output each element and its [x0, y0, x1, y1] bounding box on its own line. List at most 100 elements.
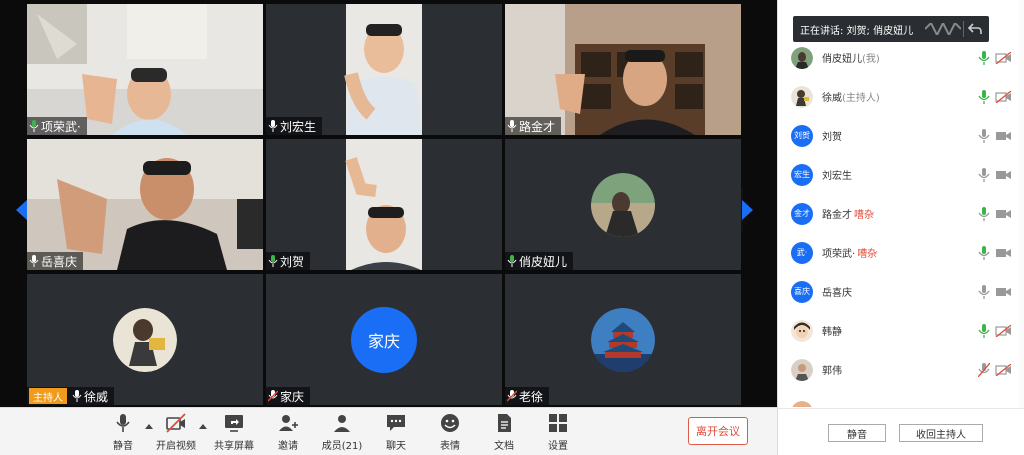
- share-screen-button[interactable]: 共享屏幕: [208, 412, 260, 454]
- member-row[interactable]: 徐威(主持人): [778, 77, 1024, 116]
- member-name-text: 路金才: [822, 210, 852, 221]
- participant-tile[interactable]: 老徐: [505, 274, 741, 405]
- member-row-partial[interactable]: [778, 393, 1024, 407]
- participant-video: [266, 139, 502, 270]
- participant-name-tag: 主持人 徐威: [27, 387, 115, 405]
- member-row[interactable]: 宏生 刘宏生: [778, 155, 1024, 194]
- participant-tile[interactable]: 刘贺: [266, 139, 502, 270]
- audio-wave-icon: [925, 23, 961, 35]
- member-name-text: 韩静: [822, 327, 842, 338]
- mic-active-icon[interactable]: [978, 89, 990, 104]
- members-icon: [334, 415, 350, 432]
- mic-icon[interactable]: [978, 128, 990, 143]
- participant-tile[interactable]: 岳喜庆: [27, 139, 263, 270]
- camera-icon: [996, 209, 1011, 218]
- camera-off-icon: [995, 90, 1012, 103]
- member-tag: (主持人): [842, 93, 880, 104]
- participant-name-tag: 俏皮妞儿: [505, 252, 574, 270]
- member-name-text: 刘宏生: [822, 171, 852, 182]
- mic-active-icon[interactable]: [978, 323, 990, 338]
- participant-name-tag: 家庆: [266, 387, 311, 405]
- member-name: 岳喜庆: [822, 284, 852, 299]
- participant-avatar: [591, 307, 655, 372]
- mic-icon: [29, 120, 39, 132]
- leave-meeting-button[interactable]: 离开会议: [688, 417, 748, 445]
- add-user-icon: [279, 415, 298, 431]
- member-row[interactable]: 武· 项荣武· 嘈杂: [778, 233, 1024, 272]
- participant-tile[interactable]: 刘宏生: [266, 4, 502, 135]
- member-name: 韩静: [822, 323, 842, 338]
- start-video-button[interactable]: 开启视频: [150, 412, 202, 454]
- member-name-text: 郭伟: [822, 366, 842, 377]
- member-name: 刘贺: [822, 128, 842, 143]
- prev-page-arrow-icon[interactable]: [16, 200, 27, 220]
- meeting-toolbar: 静音 开启视频 共享屏幕 邀请 成员(21) 聊天 表情 文档 设置 离开会议: [0, 407, 777, 455]
- mic-icon: [29, 255, 39, 267]
- member-name-text: 刘贺: [822, 132, 842, 143]
- participant-name-tag: 刘宏生: [266, 117, 323, 135]
- next-page-arrow-icon[interactable]: [742, 200, 753, 220]
- member-row[interactable]: 喜庆 岳喜庆: [778, 272, 1024, 311]
- collapse-back-icon[interactable]: [967, 21, 983, 37]
- emoji-button[interactable]: 表情: [424, 412, 476, 454]
- mute-all-button[interactable]: 静音: [828, 424, 886, 442]
- member-row[interactable]: 金才 路金才 嘈杂: [778, 194, 1024, 233]
- mic-active-icon[interactable]: [978, 245, 990, 260]
- participant-avatar: [113, 307, 177, 372]
- member-name: 刘宏生: [822, 167, 852, 182]
- member-name: 项荣武· 嘈杂: [822, 245, 877, 260]
- participant-tile[interactable]: 路金才: [505, 4, 741, 135]
- member-avatar: 刘贺: [791, 124, 813, 147]
- chat-button[interactable]: 聊天: [370, 412, 422, 454]
- member-row[interactable]: 郭伟: [778, 350, 1024, 389]
- mic-icon[interactable]: [978, 167, 990, 182]
- video-options-caret-icon[interactable]: [199, 424, 207, 429]
- invite-button[interactable]: 邀请: [262, 412, 314, 454]
- camera-icon: [996, 287, 1011, 296]
- noisy-badge: 嘈杂: [857, 249, 878, 260]
- participant-name: 路金才: [519, 119, 556, 134]
- participant-tile[interactable]: 家庆 家庆: [266, 274, 502, 405]
- share-screen-label: 共享屏幕: [214, 441, 254, 452]
- settings-grid-icon: [549, 414, 567, 432]
- speaking-text: 正在讲话: 刘贺; 俏皮妞儿: [800, 25, 914, 37]
- reclaim-host-button[interactable]: 收回主持人: [899, 424, 983, 442]
- member-name: 郭伟: [822, 362, 842, 377]
- mic-muted-icon[interactable]: [978, 362, 990, 377]
- mic-icon: [268, 255, 278, 267]
- smiley-icon: [441, 414, 459, 432]
- members-label: 成员(21): [321, 441, 363, 452]
- participant-tile[interactable]: 俏皮妞儿: [505, 139, 741, 270]
- speaking-indicator: 正在讲话: 刘贺; 俏皮妞儿: [793, 16, 989, 42]
- mic-icon[interactable]: [978, 284, 990, 299]
- video-grid-area: 项荣武· 刘宏生 路金才 岳喜庆 刘贺 俏皮妞儿 主持人 徐威 家庆 家庆 老徐: [0, 0, 777, 407]
- mute-button[interactable]: 静音: [97, 412, 149, 454]
- chat-icon: [387, 415, 405, 431]
- participant-tile[interactable]: 项荣武·: [27, 4, 263, 135]
- participant-name-tag: 岳喜庆: [27, 252, 84, 270]
- member-avatar: 金才: [791, 202, 813, 225]
- camera-off-icon: [995, 51, 1012, 64]
- members-button[interactable]: 成员(21): [316, 412, 368, 454]
- participant-name-tag: 刘贺: [266, 252, 311, 270]
- mic-active-icon[interactable]: [978, 50, 990, 65]
- microphone-icon: [116, 414, 130, 432]
- member-row[interactable]: 刘贺 刘贺: [778, 116, 1024, 155]
- participant-tile[interactable]: 主持人 徐威: [27, 274, 263, 405]
- participant-name-tag: 路金才: [505, 117, 562, 135]
- member-row[interactable]: 俏皮妞儿(我): [778, 38, 1024, 77]
- noisy-badge: 嘈杂: [854, 210, 874, 221]
- camera-icon: [996, 131, 1011, 140]
- camera-off-icon: [995, 363, 1012, 376]
- participant-name: 刘宏生: [280, 119, 317, 134]
- participant-name: 家庆: [280, 389, 305, 404]
- participant-grid: 项荣武· 刘宏生 路金才 岳喜庆 刘贺 俏皮妞儿 主持人 徐威 家庆 家庆 老徐: [27, 4, 742, 405]
- settings-label: 设置: [548, 441, 568, 452]
- document-button[interactable]: 文档: [478, 412, 530, 454]
- mic-icon: [268, 120, 278, 132]
- participant-avatar: [591, 172, 655, 237]
- camera-icon: [996, 170, 1011, 179]
- mic-active-icon[interactable]: [978, 206, 990, 221]
- member-row[interactable]: 韩静: [778, 311, 1024, 350]
- settings-button[interactable]: 设置: [532, 412, 584, 454]
